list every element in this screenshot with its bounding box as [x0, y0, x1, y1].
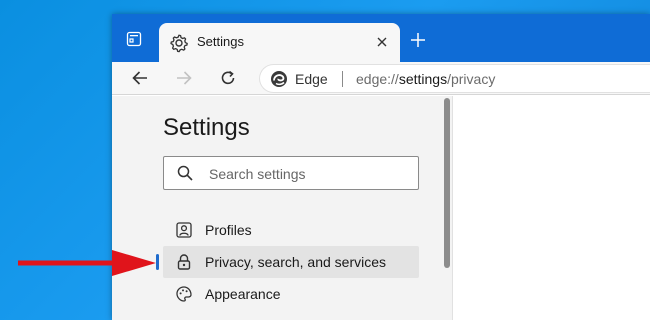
lock-icon — [177, 254, 191, 270]
search-placeholder: Search settings — [209, 166, 306, 182]
arrow-shaft — [18, 260, 116, 266]
sidebar-item-label: Privacy, search, and services — [205, 254, 387, 270]
sidebar-item-label: Profiles — [205, 222, 252, 238]
sidebar-item-privacy[interactable]: Privacy, search, and services — [156, 246, 419, 278]
page-title: Settings — [163, 114, 250, 141]
search-settings-input[interactable]: Search settings — [163, 156, 419, 190]
settings-nav: Settings Search settings Profiles Privac… — [112, 0, 452, 320]
search-icon — [177, 165, 193, 181]
url-path: /privacy — [447, 71, 496, 87]
appearance-icon — [176, 286, 192, 302]
arrow-head — [112, 250, 156, 276]
settings-content — [453, 96, 650, 320]
sidebar-item-appearance[interactable]: Appearance — [163, 278, 419, 310]
sidebar-item-profiles[interactable]: Profiles — [163, 214, 419, 246]
sidebar-item-label: Appearance — [205, 286, 281, 302]
profile-icon — [176, 222, 192, 238]
red-arrow-annotation — [18, 250, 156, 276]
